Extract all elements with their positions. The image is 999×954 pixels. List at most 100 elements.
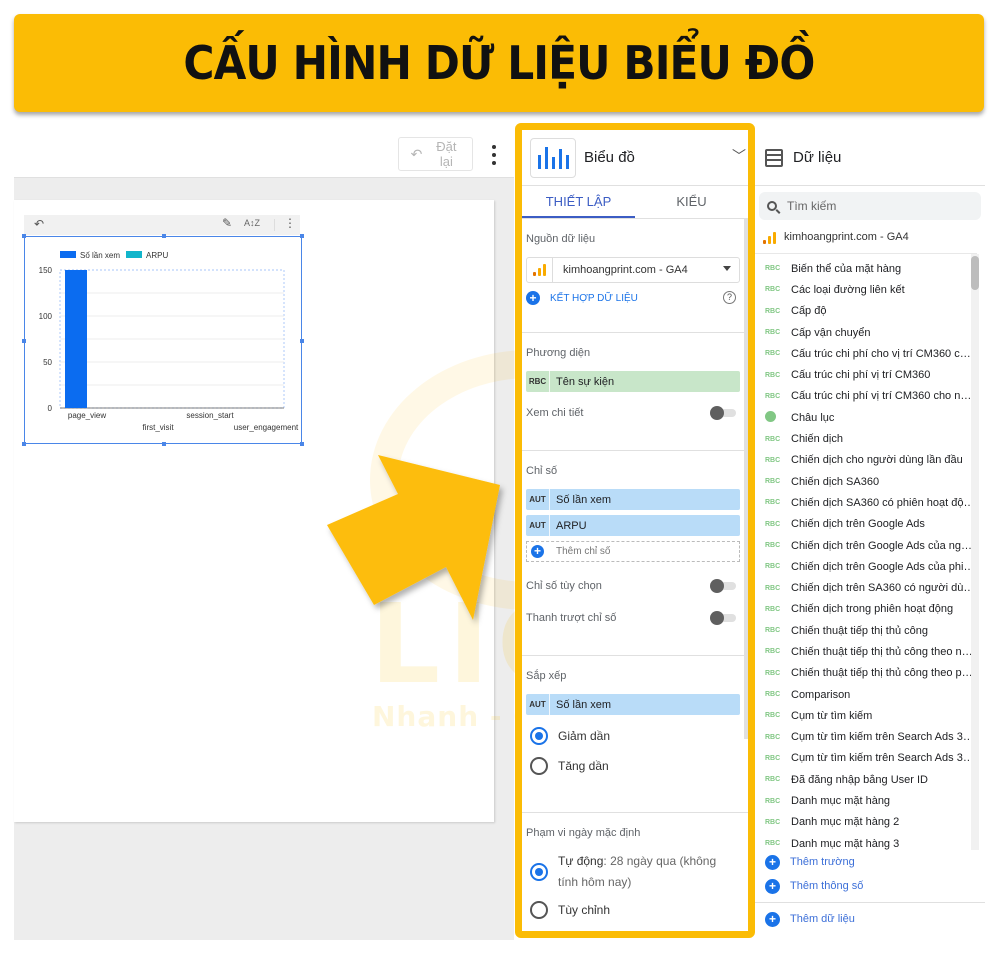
field-list-item[interactable]: RBC Danh mục mặt hàng 2: [755, 812, 985, 833]
field-list-item[interactable]: RBC Chiến dịch trong phiên hoạt động: [755, 599, 985, 620]
dimension-section: Phương diện RBC Tên sự kiện Xem chi tiết: [522, 333, 748, 451]
help-icon[interactable]: ?: [723, 291, 736, 304]
chart-type-selector[interactable]: Biểu đồ ﹀: [522, 130, 748, 186]
text-field-type-icon: RBC: [765, 499, 781, 507]
reset-label: Đặt lại: [436, 139, 457, 169]
field-list-item[interactable]: RBC Cấu trúc chi phí vị trí CM360: [755, 364, 985, 385]
field-list-item[interactable]: RBC Chiến thuật tiếp thị thủ công theo ng…: [755, 641, 985, 662]
metric-chip[interactable]: AUT ARPU: [526, 515, 740, 536]
field-list-scrollbar[interactable]: [971, 254, 979, 850]
drilldown-toggle[interactable]: [710, 406, 736, 420]
field-list-item[interactable]: RBC Đã đăng nhập bằng User ID: [755, 769, 985, 790]
y-tick-label: 150: [39, 266, 53, 275]
field-name: Chiến dịch cho người dùng lần đầu: [791, 454, 963, 467]
chart-more-icon[interactable]: ⋮: [284, 216, 296, 230]
field-list-item[interactable]: RBC Cụm từ tìm kiếm trên Search Ads 360: [755, 727, 985, 748]
date-auto-text: Tự động: 28 ngày qua (không tính hôm nay…: [558, 851, 723, 893]
text-field-type-icon: RBC: [765, 627, 781, 635]
field-list-item[interactable]: RBC Các loại đường liên kết: [755, 279, 985, 300]
field-list-item[interactable]: RBC Cấp độ: [755, 301, 985, 322]
y-tick-label: 100: [39, 312, 53, 321]
add-data-label: Thêm dữ liệu: [790, 913, 855, 925]
field-list-item[interactable]: RBC Chiến dịch trên Google Ads của ngư...: [755, 535, 985, 556]
text-field-type-icon: RBC: [765, 520, 781, 528]
field-list-item[interactable]: RBC Cấu trúc chi phí vị trí CM360 cho ng.…: [755, 386, 985, 407]
search-input[interactable]: [787, 199, 957, 213]
table-icon: [765, 148, 783, 167]
field-list-item[interactable]: RBC Chiến dịch: [755, 428, 985, 449]
metric-section: Chỉ số AUT Số lần xem AUT ARPU + Thêm ch…: [522, 451, 748, 656]
field-list-item[interactable]: RBC Cấu trúc chi phí cho vị trí CM360 củ.…: [755, 343, 985, 364]
metric-slider-toggle[interactable]: [710, 611, 736, 625]
more-options-icon[interactable]: [490, 145, 498, 165]
chevron-down-icon[interactable]: ﹀: [732, 146, 746, 166]
plus-icon: +: [526, 291, 540, 305]
field-list-item[interactable]: RBC Biến thể của mặt hàng: [755, 258, 985, 279]
metric-slider-row: Thanh trượt chỉ số: [526, 602, 740, 634]
legend-label: Số lần xem: [80, 251, 120, 260]
add-parameter-label: Thêm thông số: [790, 880, 864, 892]
sort-ascending-option[interactable]: Tăng dần: [526, 757, 740, 775]
field-list-item[interactable]: RBC Chiến dịch SA360 có phiên hoạt động: [755, 492, 985, 513]
radio-unselected[interactable]: [530, 757, 548, 775]
date-custom-option[interactable]: Tùy chỉnh: [526, 901, 740, 919]
blend-data-button[interactable]: + KẾT HỢP DỮ LIỆU ?: [526, 285, 740, 311]
field-list-item[interactable]: RBC Chiến dịch SA360: [755, 471, 985, 492]
field-list-item[interactable]: RBC Chiến thuật tiếp thị thủ công: [755, 620, 985, 641]
field-list-item[interactable]: RBC Danh mục mặt hàng: [755, 790, 985, 811]
dimension-chip[interactable]: RBC Tên sự kiện: [526, 371, 740, 392]
bar-chart: Số lần xem ARPU 0 50 100 150 page_view first_vi…: [39, 251, 299, 432]
metric-chip[interactable]: AUT Số lần xem: [526, 489, 740, 510]
date-auto-label: Tự động: [558, 854, 604, 868]
field-list-item[interactable]: RBC Chiến dịch cho người dùng lần đầu: [755, 450, 985, 471]
field-name: Cụm từ tìm kiếm trên Search Ads 36...: [791, 752, 975, 765]
plus-icon: +: [765, 854, 780, 870]
data-panel-header: Dữ liệu: [755, 130, 985, 186]
radio-unselected[interactable]: [530, 901, 548, 919]
field-name: Cấp vận chuyển: [791, 326, 871, 339]
radio-selected[interactable]: [530, 727, 548, 745]
field-list-item[interactable]: RBC Chiến dịch trên Google Ads của phiên: [755, 556, 985, 577]
field-list-item[interactable]: RBC Chiến dịch trên Google Ads: [755, 514, 985, 535]
field-list-item[interactable]: Châu lục: [755, 407, 985, 428]
field-list-item[interactable]: RBC Cụm từ tìm kiếm: [755, 705, 985, 726]
pencil-icon[interactable]: ✎: [222, 216, 232, 230]
field-name: Comparison: [791, 688, 851, 701]
radio-selected[interactable]: [530, 863, 548, 881]
sort-descending-option[interactable]: Giảm dần: [526, 727, 740, 745]
optional-metrics-toggle[interactable]: [710, 579, 736, 593]
field-list: RBC Biến thể của mặt hàng RBC Các loại đườn…: [755, 254, 985, 850]
sort-az-icon[interactable]: A↕Z: [244, 218, 260, 228]
chart-undo-icon[interactable]: ↶: [34, 217, 44, 231]
date-auto-option[interactable]: Tự động: 28 ngày qua (không tính hôm nay…: [526, 851, 740, 893]
add-metric-button[interactable]: + Thêm chỉ số: [526, 541, 740, 562]
text-field-type-icon: RBC: [765, 776, 781, 784]
add-field-button[interactable]: + Thêm trường: [755, 850, 985, 874]
scrollbar-thumb[interactable]: [971, 256, 979, 290]
data-source-select[interactable]: kimhoangprint.com - GA4: [526, 257, 740, 283]
toolbar-divider: [274, 219, 275, 231]
tab-style[interactable]: KIỂU: [635, 186, 748, 218]
data-source-row[interactable]: kimhoangprint.com - GA4: [755, 220, 977, 254]
field-name: Các loại đường liên kết: [791, 283, 905, 296]
field-list-item[interactable]: RBC Danh mục mặt hàng 3: [755, 833, 985, 850]
metric-name: ARPU: [556, 519, 587, 532]
field-list-item[interactable]: RBC Cấp vận chuyển: [755, 322, 985, 343]
sort-field-chip[interactable]: AUT Số lần xem: [526, 694, 740, 715]
reset-button[interactable]: ↶ Đặt lại: [398, 137, 473, 171]
field-list-item[interactable]: RBC Chiến thuật tiếp thị thủ công theo ph…: [755, 663, 985, 684]
tab-setup[interactable]: THIẾT LẬP: [522, 186, 635, 218]
field-name: Chiến thuật tiếp thị thủ công theo ng...: [791, 645, 975, 658]
field-list-item[interactable]: RBC Cụm từ tìm kiếm trên Search Ads 36...: [755, 748, 985, 769]
text-field-type-icon: RBC: [765, 797, 781, 805]
add-parameter-button[interactable]: + Thêm thông số: [755, 874, 985, 898]
add-data-button[interactable]: + Thêm dữ liệu: [755, 907, 985, 931]
metric-slider-label: Thanh trượt chỉ số: [526, 612, 617, 624]
field-name: Cấp độ: [791, 305, 827, 318]
field-list-item[interactable]: RBC Comparison: [755, 684, 985, 705]
field-search[interactable]: [759, 192, 981, 220]
text-field-type-icon: RBC: [765, 371, 781, 379]
x-tick-label: user_engagement: [234, 423, 299, 432]
field-name: Chiến dịch trên SA360 có người dùn...: [791, 582, 975, 595]
field-list-item[interactable]: RBC Chiến dịch trên SA360 có người dùn...: [755, 577, 985, 598]
